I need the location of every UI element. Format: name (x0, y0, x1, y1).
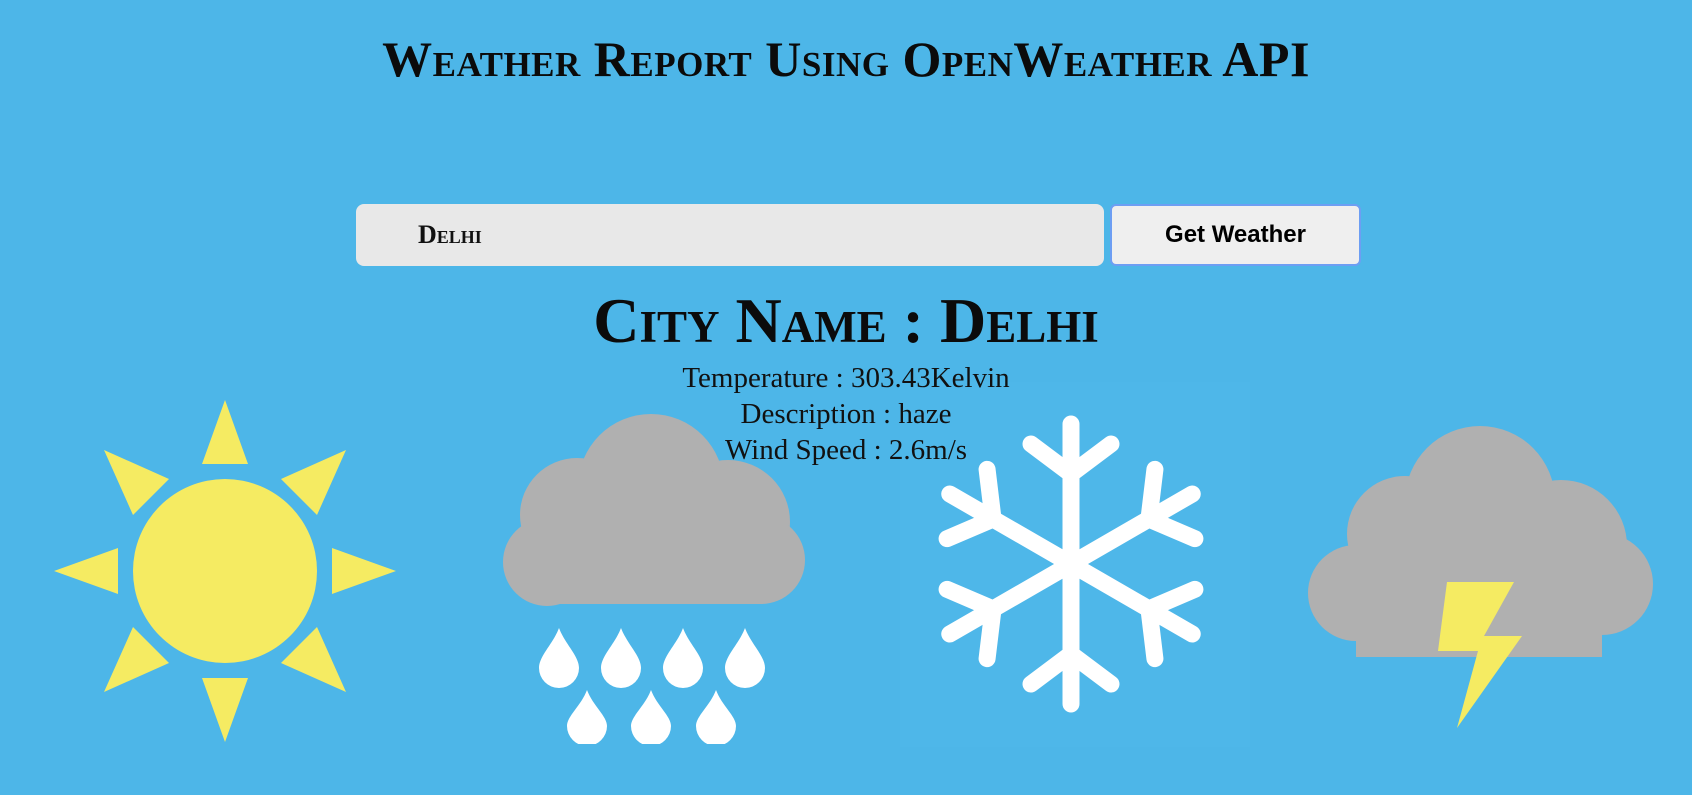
thunderstorm-cloud-icon (1308, 426, 1653, 728)
get-weather-button[interactable]: Get Weather (1110, 204, 1361, 266)
city-name-heading: City Name : Delhi (593, 285, 1099, 356)
page-title: Weather Report Using OpenWeather API (382, 31, 1310, 87)
search-bar: Get Weather (356, 204, 1361, 266)
temperature-text: Temperature : 303.43Kelvin (682, 362, 1010, 394)
city-input[interactable] (356, 204, 1104, 266)
wind-speed-text: Wind Speed : 2.6m/s (724, 434, 968, 466)
description-text: Description : haze (740, 398, 952, 430)
